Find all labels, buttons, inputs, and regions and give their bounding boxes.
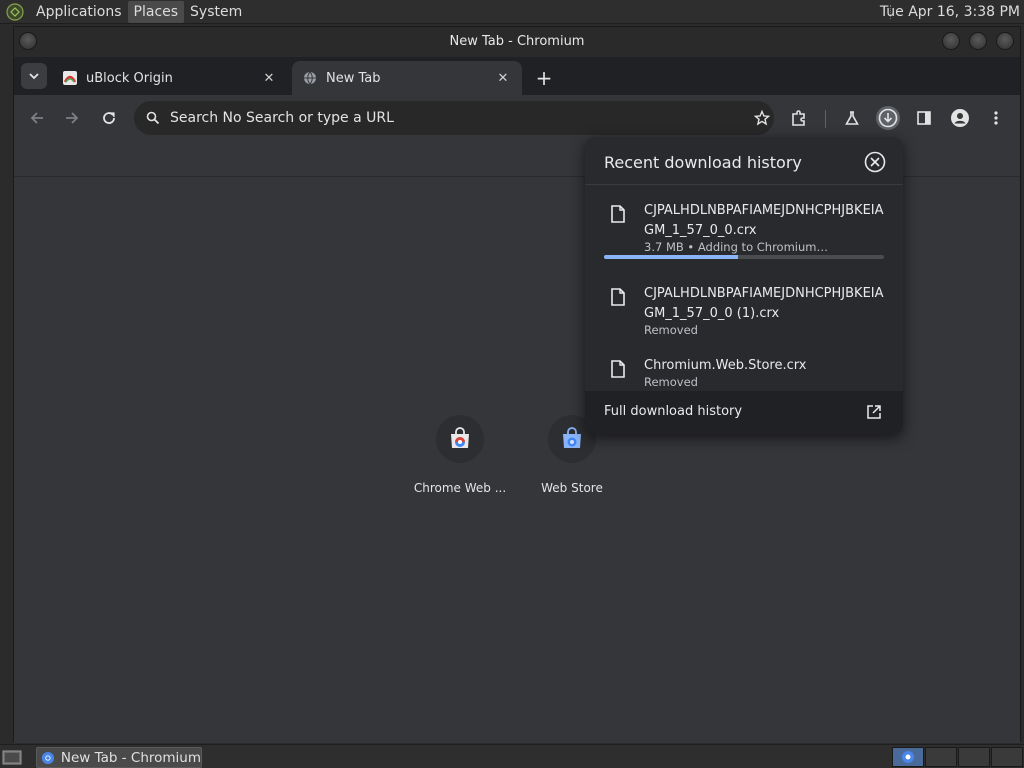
download-status: Removed (644, 375, 698, 389)
extensions-button[interactable] (787, 106, 811, 130)
toolbar: Search No Search or type a URL (14, 95, 1020, 141)
download-status: 3.7 MB • Adding to Chromium… (644, 240, 828, 254)
file-icon (611, 288, 625, 306)
full-download-history-label: Full download history (604, 404, 743, 419)
close-window-button[interactable] (996, 32, 1014, 50)
tab-label: New Tab (326, 70, 381, 86)
clock[interactable]: Tue Apr 16, 3:38 PM (880, 0, 1020, 24)
window-titlebar[interactable]: New Tab - Chromium (14, 27, 1020, 57)
file-icon (611, 360, 625, 378)
show-desktop-icon[interactable] (2, 748, 22, 766)
download-item[interactable]: CJPALHDLNBPAFIAMEJDNHCPHJBKEIAGM_1_57_0_… (585, 276, 903, 337)
chevron-down-icon (29, 73, 39, 80)
omnibox[interactable]: Search No Search or type a URL (134, 101, 774, 135)
tab-new-tab[interactable]: New Tab ✕ (292, 61, 522, 95)
menu-applications[interactable]: Applications (30, 1, 128, 23)
flask-icon (845, 111, 859, 125)
top-panel: Applications Places System Tue Apr 16, 3… (0, 0, 1024, 24)
download-item[interactable]: Chromium.Web.Store.crx Removed (585, 348, 903, 390)
distro-logo-icon[interactable] (4, 1, 26, 23)
ublock-icon (62, 70, 78, 86)
file-icon (611, 205, 625, 223)
shortcut-label: Chrome Web ... (413, 481, 507, 495)
open-in-new-icon (867, 405, 881, 419)
close-icon[interactable] (864, 151, 886, 173)
arrow-right-icon (66, 112, 79, 124)
puzzle-icon (792, 110, 805, 126)
omnibox-text: Search No Search or type a URL (170, 110, 394, 126)
workspace-1[interactable] (892, 747, 924, 767)
profile-button[interactable] (948, 106, 972, 130)
toolbar-separator (825, 110, 826, 128)
back-button[interactable] (25, 106, 49, 130)
window-title: New Tab - Chromium (449, 34, 585, 49)
reload-button[interactable] (97, 106, 121, 130)
more-vert-icon (994, 111, 998, 125)
workspace-2[interactable] (925, 747, 957, 767)
reload-icon (103, 112, 115, 124)
chromium-icon (902, 751, 914, 763)
menu-button[interactable] (984, 106, 1008, 130)
workspace-4[interactable] (991, 747, 1023, 767)
downloads-button[interactable] (876, 106, 900, 130)
download-icon (878, 108, 898, 128)
tab-search-button[interactable] (21, 63, 47, 89)
download-progress-fill (604, 255, 739, 259)
download-status: Removed (644, 323, 698, 337)
download-filename: Chromium.Web.Store.crx (644, 358, 807, 373)
tab-ublock-origin[interactable]: uBlock Origin ✕ (52, 61, 288, 95)
download-progress-bar (604, 255, 884, 259)
taskbar: New Tab - Chromium (0, 744, 1024, 768)
menu-system[interactable]: System (184, 1, 248, 23)
shortcut-tile[interactable]: Chrome Web ... (405, 415, 515, 495)
download-filename: CJPALHDLNBPAFIAMEJDNHCPHJBKEIAGM_1_57_0_… (644, 286, 884, 321)
download-bubble-header: Recent download history (585, 137, 903, 185)
new-tab-button[interactable]: + (532, 66, 556, 90)
taskbar-window-button[interactable]: New Tab - Chromium (36, 747, 202, 768)
side-panel-icon (917, 111, 931, 125)
download-bubble-title: Recent download history (604, 153, 802, 172)
full-download-history-link[interactable]: Full download history (585, 391, 903, 434)
close-tab-icon[interactable]: ✕ (494, 69, 512, 87)
arrow-left-icon (30, 112, 43, 124)
search-icon (136, 101, 170, 135)
download-filename: CJPALHDLNBPAFIAMEJDNHCPHJBKEIAGM_1_57_0_… (644, 203, 884, 238)
close-tab-icon[interactable]: ✕ (260, 69, 278, 87)
tab-label: uBlock Origin (86, 70, 173, 86)
avatar-icon (951, 109, 969, 127)
globe-icon (302, 70, 318, 86)
tab-strip: uBlock Origin ✕ New Tab ✕ + (14, 57, 1020, 95)
download-bubble: Recent download history CJPALHDLNBPAFIAM… (585, 137, 903, 434)
forward-button[interactable] (60, 106, 84, 130)
shortcut-label: Web Store (541, 481, 603, 495)
chromium-icon (41, 751, 54, 764)
taskbar-window-label: New Tab - Chromium (60, 749, 201, 766)
menu-places[interactable]: Places (127, 0, 185, 23)
minimize-button[interactable] (942, 32, 960, 50)
workspace-3[interactable] (958, 747, 990, 767)
side-panel-button[interactable] (912, 106, 936, 130)
bookmark-star-icon[interactable] (750, 106, 774, 130)
download-item[interactable]: CJPALHDLNBPAFIAMEJDNHCPHJBKEIAGM_1_57_0_… (585, 193, 903, 271)
maximize-button[interactable] (969, 32, 987, 50)
labs-button[interactable] (840, 106, 864, 130)
chrome-web-store-icon (436, 415, 484, 463)
